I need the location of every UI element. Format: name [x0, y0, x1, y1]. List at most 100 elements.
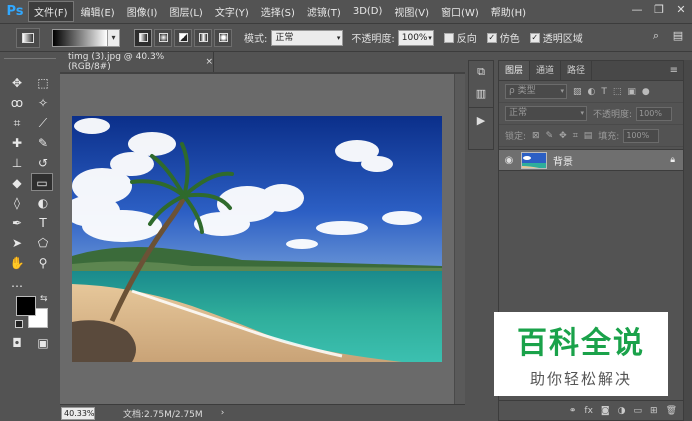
diamond-gradient-button[interactable] [214, 28, 232, 47]
zoom-tool-icon[interactable]: ⚲ [32, 254, 54, 272]
blur-tool-icon[interactable]: ◊ [6, 194, 28, 212]
linear-gradient-button[interactable] [134, 28, 152, 47]
menu-help[interactable]: 帮助(H) [486, 2, 531, 21]
brush-tool-icon[interactable]: ✎ [32, 134, 54, 152]
mode-select[interactable]: 正常 ▾ [271, 29, 344, 46]
gradient-dropdown[interactable]: ▾ [108, 28, 120, 47]
lock-icon[interactable]: 🔒︎ [670, 155, 675, 165]
hand-tool-icon[interactable]: ✋ [6, 254, 28, 272]
chevron-down-icon: ▾ [580, 109, 584, 117]
filter-smart-object-icon[interactable]: ▣ [627, 87, 636, 97]
layer-opacity-label: 不透明度: [593, 110, 633, 120]
trash-icon[interactable]: 🗑︎ [666, 406, 677, 416]
close-icon[interactable]: × [205, 57, 213, 67]
filter-shape-icon[interactable]: ⬚ [613, 87, 622, 97]
marquee-tool-icon[interactable]: ⬚ [32, 74, 54, 92]
dither-checkbox[interactable]: ✓ [486, 32, 497, 43]
screen-mode-icon[interactable]: ▣ [32, 334, 54, 352]
menu-edit[interactable]: 编辑(E) [76, 2, 120, 21]
angle-gradient-button[interactable] [174, 28, 192, 47]
panel-menu-icon[interactable]: ≡ [670, 61, 683, 80]
lock-image-icon[interactable]: ✎ [546, 131, 554, 141]
layer-opacity-input[interactable]: 100% [636, 106, 673, 121]
menu-layer[interactable]: 图层(L) [164, 2, 207, 21]
vertical-scrollbar[interactable] [454, 74, 465, 404]
magic-wand-tool-icon[interactable]: ✧ [32, 94, 54, 112]
history-panel-icon[interactable]: ⧉ [469, 61, 493, 83]
menu-select[interactable]: 选择(S) [256, 2, 300, 21]
adjustment-layer-icon[interactable]: ◑ [618, 406, 626, 416]
document-image[interactable] [72, 116, 442, 362]
type-tool-icon[interactable]: T [32, 214, 54, 232]
filter-toggle-icon[interactable]: ● [642, 87, 650, 97]
filter-type-icon[interactable]: T [601, 87, 607, 97]
default-colors-icon[interactable] [15, 320, 23, 328]
lock-artboard-icon[interactable]: ⌗ [573, 131, 578, 141]
history-brush-tool-icon[interactable]: ↺ [32, 154, 54, 172]
new-group-icon[interactable]: ▭ [634, 406, 643, 416]
menu-file[interactable]: 文件(F) [28, 1, 74, 22]
lock-position-icon[interactable]: ✥ [559, 131, 567, 141]
tab-paths[interactable]: 路径 [561, 61, 593, 80]
search-icon[interactable]: ⌕ [648, 28, 664, 44]
quick-mask-icon[interactable]: ◘ [6, 334, 28, 352]
properties-panel-icon[interactable]: ▥ [469, 83, 493, 105]
gradient-swatch[interactable] [52, 28, 108, 47]
clone-stamp-tool-icon[interactable]: ⊥ [6, 154, 28, 172]
photoshop-logo: Ps [6, 3, 24, 19]
menu-type[interactable]: 文字(Y) [210, 2, 254, 21]
opacity-input[interactable]: 100% ▾ [397, 29, 434, 46]
lasso-tool-icon[interactable]: ꝏ [6, 94, 28, 112]
minimize-button[interactable]: — [626, 0, 648, 20]
blend-mode-select[interactable]: 正常 ▾ [505, 106, 587, 121]
zoom-level-input[interactable]: 40.33% [61, 406, 95, 420]
gradient-tool-icon[interactable]: ▭ [31, 173, 53, 191]
layer-row-background[interactable]: ◉ 背景 🔒︎ [499, 149, 683, 171]
menu-filter[interactable]: 滤镜(T) [302, 2, 346, 21]
layer-filter-select[interactable]: ρ 类型 ▾ [505, 84, 567, 99]
pen-tool-icon[interactable]: ✒ [6, 214, 28, 232]
menu-view[interactable]: 视图(V) [389, 2, 434, 21]
menu-image[interactable]: 图像(I) [122, 2, 163, 21]
tool-preset-picker[interactable] [16, 27, 40, 48]
link-layers-icon[interactable]: ⚭ [569, 406, 577, 416]
status-menu-arrow[interactable]: › [221, 408, 225, 418]
close-button[interactable]: ✕ [670, 0, 692, 20]
add-mask-icon[interactable]: ◙ [601, 406, 610, 416]
foreground-color-swatch[interactable] [16, 296, 36, 316]
shape-tool-icon[interactable]: ⬠ [32, 234, 54, 252]
transparency-checkbox[interactable]: ✓ [529, 32, 540, 43]
actions-play-icon[interactable]: ▶ [469, 110, 493, 132]
reverse-checkbox[interactable] [443, 32, 454, 43]
document-tab[interactable]: timg (3).jpg @ 40.3%(RGB/8#) × [62, 52, 214, 72]
eyedropper-tool-icon[interactable]: ⟋ [32, 114, 54, 132]
menu-window[interactable]: 窗口(W) [436, 2, 484, 21]
reflected-gradient-icon [198, 33, 208, 42]
lock-transparent-icon[interactable]: ⊠ [532, 131, 540, 141]
path-selection-tool-icon[interactable]: ➤ [6, 234, 28, 252]
workspace-icon[interactable]: ▤ [670, 28, 686, 44]
chevron-down-icon: ▾ [428, 33, 432, 42]
menu-3d[interactable]: 3D(D) [348, 4, 388, 19]
dodge-tool-icon[interactable]: ◐ [32, 194, 54, 212]
healing-brush-tool-icon[interactable]: ✚ [6, 134, 28, 152]
restore-button[interactable]: ❐ [648, 0, 670, 20]
tab-layers[interactable]: 图层 [499, 61, 531, 80]
radial-gradient-button[interactable] [154, 28, 172, 47]
fill-input[interactable]: 100% [623, 128, 660, 143]
crop-tool-icon[interactable]: ⌗ [6, 114, 28, 132]
swap-colors-icon[interactable]: ⇆ [40, 294, 48, 304]
layer-style-icon[interactable]: fx [584, 406, 593, 416]
filter-adjustment-icon[interactable]: ◐ [588, 87, 596, 97]
new-layer-icon[interactable]: ⊞ [650, 406, 658, 416]
opacity-value: 100% [401, 32, 428, 43]
eraser-tool-icon[interactable]: ◆ [6, 174, 28, 192]
tab-channels[interactable]: 通道 [530, 61, 562, 80]
lock-all-icon[interactable]: ▤ [584, 131, 593, 141]
toolbox-handle[interactable] [4, 58, 56, 66]
filter-pixel-icon[interactable]: ▨ [573, 87, 582, 97]
reflected-gradient-button[interactable] [194, 28, 212, 47]
eye-icon[interactable]: ◉ [499, 155, 519, 166]
move-tool-icon[interactable]: ✥ [6, 74, 28, 92]
more-tools-icon[interactable]: … [6, 274, 28, 292]
